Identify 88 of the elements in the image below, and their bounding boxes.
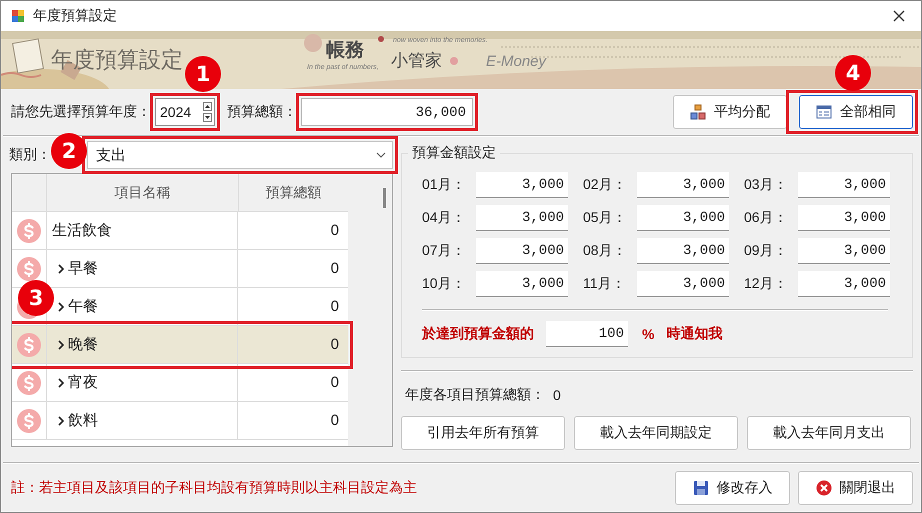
dollar-coin-icon: [17, 218, 41, 242]
item-name: 早餐: [68, 259, 98, 278]
spin-up-icon: [203, 102, 212, 111]
month-amount-field[interactable]: 3,000: [476, 205, 568, 231]
month-amount-field[interactable]: 3,000: [637, 205, 729, 231]
list-icon: [816, 105, 832, 119]
month-label: 05月：: [583, 209, 628, 227]
amount-cell-text: 0: [330, 335, 340, 355]
category-dropdown[interactable]: 支出: [87, 141, 393, 169]
month-label: 06月：: [744, 209, 789, 227]
category-label: 類別：: [9, 146, 51, 164]
summary-label: 年度各項目預算總額：: [405, 386, 545, 404]
alert-label: 時通知我: [666, 325, 722, 343]
month-amount-field[interactable]: 3,000: [476, 172, 568, 198]
summary-value: 0: [553, 387, 561, 403]
month-amount-field[interactable]: 3,000: [798, 238, 890, 264]
action-button[interactable]: 載入去年同期設定: [574, 416, 738, 450]
month-label: 02月：: [583, 176, 628, 194]
month-amount-field[interactable]: 3,000: [798, 205, 890, 231]
save-icon: [692, 480, 708, 496]
year-spinner[interactable]: 2024: [155, 98, 215, 126]
dollar-coin-icon: [17, 256, 41, 280]
toolbar-button[interactable]: 平均分配: [673, 95, 787, 129]
alert-label: 於達到預算金額的: [422, 325, 534, 343]
month-label: 10月：: [422, 275, 467, 293]
banner-title: 年度預算設定: [51, 46, 183, 74]
item-name: 午餐: [68, 297, 98, 316]
month-amount-field[interactable]: 3,000: [476, 271, 568, 297]
banner-logo-text: 帳務: [326, 39, 364, 63]
table-row[interactable]: 飲料 0: [12, 402, 348, 440]
callout-marker: 2: [51, 133, 87, 169]
banner-product-name: E-Money: [486, 53, 546, 70]
item-name: 飲料: [68, 411, 98, 430]
percent-sign: %: [642, 326, 654, 342]
table-row[interactable]: 晚餐 0: [12, 326, 348, 364]
app-icon: [11, 9, 25, 23]
month-amount-field[interactable]: 3,000: [637, 172, 729, 198]
table-row[interactable]: 宵夜 0: [12, 364, 348, 402]
close-icon: [893, 10, 905, 22]
chevron-right-icon: [58, 302, 64, 312]
spin-down-icon: [203, 113, 212, 122]
chevron-right-icon: [58, 378, 64, 388]
group-title: 預算金額設定: [408, 144, 500, 162]
amount-cell-text: 0: [330, 411, 340, 431]
month-amount-field[interactable]: 3,000: [637, 238, 729, 264]
scrollbar-thumb[interactable]: [383, 188, 386, 208]
month-amount-field[interactable]: 3,000: [798, 172, 890, 198]
chevron-right-icon: [58, 340, 64, 350]
month-label: 08月：: [583, 242, 628, 260]
month-label: 12月：: [744, 275, 789, 293]
table-row[interactable]: 早餐 0: [12, 250, 348, 288]
note-text: 註：若主項目及該項目的子科目均設有預算時則以主科目設定為主: [11, 479, 417, 497]
month-label: 04月：: [422, 209, 467, 227]
chevron-down-icon: [376, 152, 386, 158]
amount-cell-text: 0: [330, 259, 340, 279]
item-name: 宵夜: [68, 373, 98, 392]
amount-cell-text: 0: [330, 221, 340, 241]
item-name: 生活飲食: [52, 221, 112, 240]
month-label: 07月：: [422, 242, 467, 260]
dollar-coin-icon: [17, 408, 41, 432]
total-field[interactable]: 36,000: [301, 98, 473, 126]
footer-button[interactable]: 修改存入: [675, 471, 790, 505]
window-title: 年度預算設定: [33, 7, 117, 25]
month-label: 03月：: [744, 176, 789, 194]
chevron-right-icon: [58, 264, 64, 274]
action-button[interactable]: 引用去年所有預算: [401, 416, 565, 450]
split-icon: [690, 104, 706, 120]
month-label: 11月：: [583, 275, 627, 293]
amount-cell-text: 0: [330, 297, 340, 317]
dollar-coin-icon: [17, 370, 41, 394]
footer-button[interactable]: 關閉退出: [798, 471, 913, 505]
banner-logo-text: 小管家: [391, 50, 442, 72]
month-amount-field[interactable]: 3,000: [637, 271, 729, 297]
month-amount-field[interactable]: 3,000: [798, 271, 890, 297]
chevron-right-icon: [58, 416, 64, 426]
item-name: 晚餐: [68, 335, 98, 354]
table-row[interactable]: 生活飲食 0: [12, 212, 348, 250]
year-label: 請您先選擇預算年度：: [11, 103, 151, 121]
month-amount-field[interactable]: 3,000: [476, 238, 568, 264]
action-button[interactable]: 載入去年同月支出: [747, 416, 911, 450]
month-label: 09月：: [744, 242, 789, 260]
total-label: 預算總額：: [227, 103, 297, 121]
dollar-coin-icon: [17, 332, 41, 356]
close-circle-icon: [816, 480, 832, 496]
percent-field[interactable]: 100: [546, 321, 628, 347]
toolbar-button[interactable]: 全部相同: [799, 95, 913, 129]
month-label: 01月：: [422, 176, 467, 194]
amount-cell-text: 0: [330, 373, 340, 393]
